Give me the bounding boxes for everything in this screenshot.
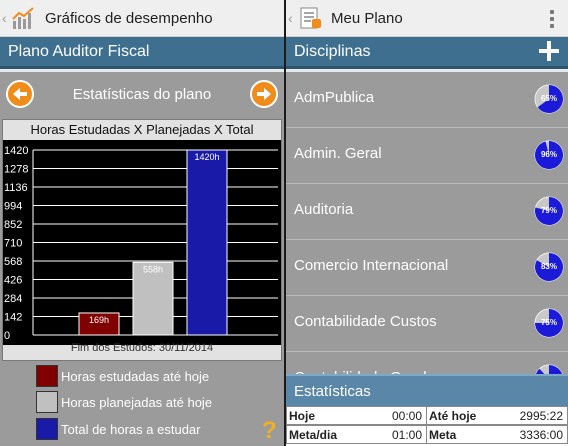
stat-until-today-label: Até hoje [429,409,477,423]
stat-goal: Meta 3336:00 [426,425,568,444]
chart-title: Horas Estudadas X Planejadas X Total [30,122,254,137]
discipline-item[interactable]: Auditoria 79% [286,184,568,240]
discipline-item[interactable]: Comercio Internacional 83% [286,240,568,296]
legend-label-planned: Horas planejadas até hoje [61,394,213,410]
plan-name-bar: Plano Auditor Fiscal [0,37,284,69]
legend-swatch-planned [36,391,58,413]
discipline-item[interactable]: Contabilidade Geral88% [286,352,568,374]
discipline-list: AdmPublica 65% Admin. Geral 96% Auditoria 79%… [286,72,568,374]
plan-app-icon[interactable] [297,5,323,31]
stat-daily-goal-label: Meta/dia [289,428,338,442]
statistics-table: Hoje 00:00 Até hoje 2995:22 Meta/dia 01:… [286,406,568,446]
chart-bar [186,149,228,336]
discipline-percent: 88% [534,364,564,374]
legend-swatch-studied [36,365,58,387]
stat-daily-goal-value: 01:00 [391,428,422,442]
back-chevron-icon[interactable]: ‹ [288,0,296,37]
discipline-percent: 83% [540,262,557,271]
y-tick-label: 0 [4,330,10,342]
discipline-percent: 65% [540,94,557,103]
chart-app-icon[interactable] [11,5,37,31]
statistics-header: Estatísticas [286,374,568,406]
stat-goal-value: 3336:00 [519,428,563,442]
left-app-title: Gráficos de desempenho [45,9,213,27]
chart-legend: Horas estudadas até hoje Horas planejada… [0,362,284,446]
y-tick-label: 1278 [4,164,28,176]
stat-today-value: 00:00 [391,409,422,423]
stats-navigation: Estatísticas do plano [0,72,284,118]
discipline-name: Auditoria [294,201,354,218]
previous-stat-button[interactable] [6,80,34,108]
bar-value-label: 169h [89,315,109,325]
discipline-name: Admin. Geral [294,145,382,162]
legend-label-studied: Horas estudadas até hoje [61,368,210,384]
arrow-left-icon [13,88,27,100]
plan-name: Plano Auditor Fiscal [8,42,150,60]
stat-daily-goal: Meta/dia 01:00 [286,425,427,444]
y-tick-label: 284 [4,293,22,305]
stat-today-label: Hoje [289,409,316,423]
disciplines-header: Disciplinas [286,37,568,69]
discipline-name: Comercio Internacional [294,257,449,274]
discipline-item[interactable]: Admin. Geral 96% [286,128,568,184]
overflow-menu-icon[interactable] [550,10,554,28]
y-tick-label: 142 [4,312,22,324]
legend-item-studied: Horas estudadas até hoje [36,364,209,388]
discipline-percent: 75% [540,318,557,327]
stat-today: Hoje 00:00 [286,406,427,425]
y-tick-label: 426 [4,275,22,287]
discipline-item[interactable]: Contabilidade Custos 75% [286,296,568,352]
bar-value-label: 558h [143,264,163,274]
help-icon[interactable]: ? [262,418,282,444]
legend-label-total: Total de horas a estudar [61,421,201,437]
stat-until-today: Até hoje 2995:22 [426,406,568,425]
stat-until-today-value: 2995:22 [519,409,563,423]
legend-item-planned: Horas planejadas até hoje [36,390,212,414]
chart-plot-background: 1420 1278 1136 994 852 710 568 426 284 142 0 169h 55… [3,140,281,345]
discipline-item[interactable]: AdmPublica 65% [286,72,568,128]
right-app-title: Meu Plano [331,9,403,27]
y-tick-label: 710 [4,238,22,250]
arrow-right-icon [257,88,271,100]
hours-chart: Horas Estudadas X Planejadas X Total 142… [2,119,282,361]
discipline-name: AdmPublica [294,89,375,106]
y-tick-label: 1420 [4,145,28,157]
y-tick-label: 994 [4,201,22,213]
y-tick-label: 1136 [4,182,28,194]
performance-screen: ‹ Gráficos de desempenho Plano Auditor F… [0,0,284,446]
add-discipline-icon[interactable] [538,40,560,62]
y-tick-label: 852 [4,219,22,231]
discipline-percent: 79% [540,206,557,215]
back-chevron-icon[interactable]: ‹ [2,0,10,37]
statistics-title: Estatísticas [294,382,371,400]
discipline-name: Contabilidade Custos [294,313,437,330]
y-tick-label: 568 [4,256,22,268]
discipline-percent: 96% [540,150,557,159]
bar-value-label: 1420h [194,152,219,162]
legend-swatch-total [36,418,58,440]
stat-goal-label: Meta [429,428,457,442]
stats-page-title: Estatísticas do plano [72,86,212,103]
left-action-bar: ‹ Gráficos de desempenho [0,0,284,37]
right-action-bar: ‹ Meu Plano [286,0,568,37]
chart-svg: 1420127811369948527105684262841420169h55… [4,145,278,342]
study-end-date: Fim dos Estudos: 30/11/2014 [70,342,214,354]
next-stat-button[interactable] [250,80,278,108]
my-plan-screen: ‹ Meu Plano Disciplinas AdmPublica 65% Adm… [286,0,568,446]
disciplines-title: Disciplinas [294,42,371,60]
legend-item-total: Total de horas a estudar [36,417,200,441]
